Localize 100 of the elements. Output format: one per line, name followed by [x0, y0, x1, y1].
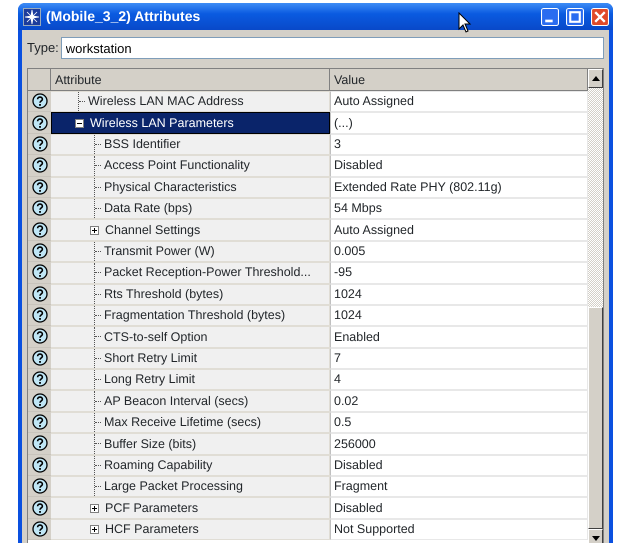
cursor-icon	[458, 12, 472, 34]
help-icon[interactable]	[32, 157, 48, 174]
expand-icon[interactable]	[90, 525, 99, 534]
help-icon[interactable]	[32, 392, 48, 409]
attribute-value[interactable]: -95	[330, 262, 588, 284]
attribute-value[interactable]: 0.005	[330, 240, 588, 262]
attribute-value[interactable]: Disabled	[330, 497, 588, 519]
help-icon[interactable]	[32, 521, 48, 537]
help-icon[interactable]	[32, 435, 48, 452]
attribute-row[interactable]: Access Point Functionality	[51, 155, 330, 177]
attribute-name: Large Packet Processing	[104, 478, 243, 496]
attribute-row[interactable]: BSS Identifier	[51, 134, 330, 156]
attribute-row[interactable]: Wireless LAN MAC Address	[51, 91, 330, 112]
scroll-down-button[interactable]	[588, 529, 603, 543]
attribute-value[interactable]: 0.02	[330, 390, 588, 412]
help-icon[interactable]	[32, 328, 48, 344]
attribute-row[interactable]: Wireless LAN Parameters	[51, 112, 330, 134]
attribute-name: Physical Characteristics	[104, 178, 237, 196]
help-icon[interactable]	[32, 93, 48, 110]
attribute-value[interactable]: 7	[330, 348, 588, 370]
help-icon[interactable]	[32, 286, 48, 302]
scrollbar-thumb[interactable]	[588, 307, 603, 529]
attribute-name: Channel Settings	[105, 222, 200, 239]
attribute-name: Transmit Power (W)	[104, 243, 215, 260]
attribute-value[interactable]: 0.5	[330, 412, 588, 434]
attribute-name: Long Retry Limit	[104, 371, 196, 388]
attribute-row[interactable]: Rts Threshold (bytes)	[51, 284, 330, 305]
help-icon[interactable]	[32, 242, 48, 259]
attribute-name: BSS Identifier	[104, 136, 180, 154]
attribute-row[interactable]: CTS-to-self Option	[51, 326, 330, 348]
app-icon	[23, 8, 41, 26]
attribute-value[interactable]: Not Supported	[330, 518, 588, 540]
attribute-value[interactable]: Auto Assigned	[330, 219, 588, 241]
attribute-name: Fragmentation Threshold (bytes)	[104, 307, 286, 324]
expand-icon[interactable]	[90, 504, 99, 513]
attribute-name: Rts Threshold (bytes)	[104, 286, 224, 303]
help-icon[interactable]	[32, 500, 48, 516]
scroll-up-button[interactable]	[588, 69, 603, 88]
attribute-value[interactable]: Enabled	[330, 326, 588, 348]
attribute-name: CTS-to-self Option	[104, 328, 208, 346]
attribute-row[interactable]: Max Receive Lifetime (secs)	[51, 412, 330, 434]
type-label: Type:	[27, 39, 59, 58]
attribute-name: Wireless LAN Parameters	[90, 114, 234, 132]
window-title: (Mobile_3_2) Attributes	[46, 7, 200, 26]
attribute-row[interactable]: Fragmentation Threshold (bytes)	[51, 304, 330, 326]
help-icon[interactable]	[32, 178, 48, 195]
attribute-value[interactable]: 1024	[330, 304, 588, 326]
help-icon[interactable]	[32, 200, 48, 216]
attribute-value[interactable]: 1024	[330, 284, 588, 305]
attribute-row[interactable]: AP Beacon Interval (secs)	[51, 390, 330, 412]
attribute-row[interactable]: Channel Settings	[51, 219, 330, 241]
attribute-row[interactable]: Packet Reception-Power Threshold...	[51, 262, 330, 284]
attribute-name: Short Retry Limit	[104, 350, 198, 367]
attribute-name: AP Beacon Interval (secs)	[104, 392, 248, 410]
attribute-value[interactable]: 54 Mbps	[330, 198, 588, 220]
attribute-row[interactable]: PCF Parameters	[51, 497, 330, 519]
attribute-value[interactable]: Disabled	[330, 155, 588, 177]
help-icon[interactable]	[32, 264, 48, 280]
type-field[interactable]: workstation	[60, 37, 604, 59]
attribute-name: Wireless LAN MAC Address	[88, 93, 244, 110]
expand-icon[interactable]	[90, 226, 99, 235]
attribute-row[interactable]: Transmit Power (W)	[51, 240, 330, 262]
down-arrow-icon	[592, 536, 600, 541]
attribute-value[interactable]: Auto Assigned	[330, 91, 588, 112]
attribute-name: Buffer Size (bits)	[104, 436, 196, 453]
attribute-name: HCF Parameters	[105, 521, 199, 538]
maximize-button[interactable]	[566, 8, 584, 26]
help-icon[interactable]	[32, 478, 48, 494]
attribute-name: Access Point Functionality	[104, 157, 250, 174]
attribute-row[interactable]: Long Retry Limit	[51, 369, 330, 390]
attribute-row[interactable]: HCF Parameters	[51, 518, 330, 540]
help-icon[interactable]	[32, 136, 48, 152]
close-button[interactable]	[591, 8, 609, 26]
column-header[interactable]: Value	[330, 69, 588, 91]
attribute-row[interactable]: Short Retry Limit	[51, 348, 330, 370]
help-icon[interactable]	[32, 456, 48, 473]
attribute-name: Max Receive Lifetime (secs)	[104, 414, 261, 432]
help-icon[interactable]	[32, 371, 48, 388]
attribute-name: PCF Parameters	[105, 500, 198, 517]
attribute-value[interactable]: Disabled	[330, 454, 588, 476]
collapse-icon[interactable]	[75, 118, 84, 128]
help-icon[interactable]	[32, 114, 48, 131]
help-icon[interactable]	[32, 307, 48, 324]
help-icon[interactable]	[32, 222, 48, 238]
attribute-row[interactable]: Physical Characteristics	[51, 176, 330, 198]
attribute-row[interactable]: Large Packet Processing	[51, 476, 330, 498]
help-icon[interactable]	[32, 350, 48, 366]
attribute-row[interactable]: Data Rate (bps)	[51, 198, 330, 220]
attribute-row[interactable]: Roaming Capability	[51, 454, 330, 476]
up-arrow-icon	[592, 76, 600, 81]
attribute-value[interactable]: Fragment	[330, 476, 588, 498]
attribute-value[interactable]: 4	[330, 369, 588, 390]
attribute-value[interactable]: 256000	[330, 433, 588, 455]
help-icon[interactable]	[32, 414, 48, 430]
attribute-value[interactable]: Extended Rate PHY (802.11g)	[330, 176, 588, 198]
attribute-row[interactable]: Buffer Size (bits)	[51, 433, 330, 455]
attribute-value[interactable]: 3	[330, 134, 588, 156]
attribute-name: Data Rate (bps)	[104, 200, 192, 218]
attribute-value[interactable]: (...)	[330, 112, 588, 134]
minimize-button[interactable]	[541, 8, 559, 26]
